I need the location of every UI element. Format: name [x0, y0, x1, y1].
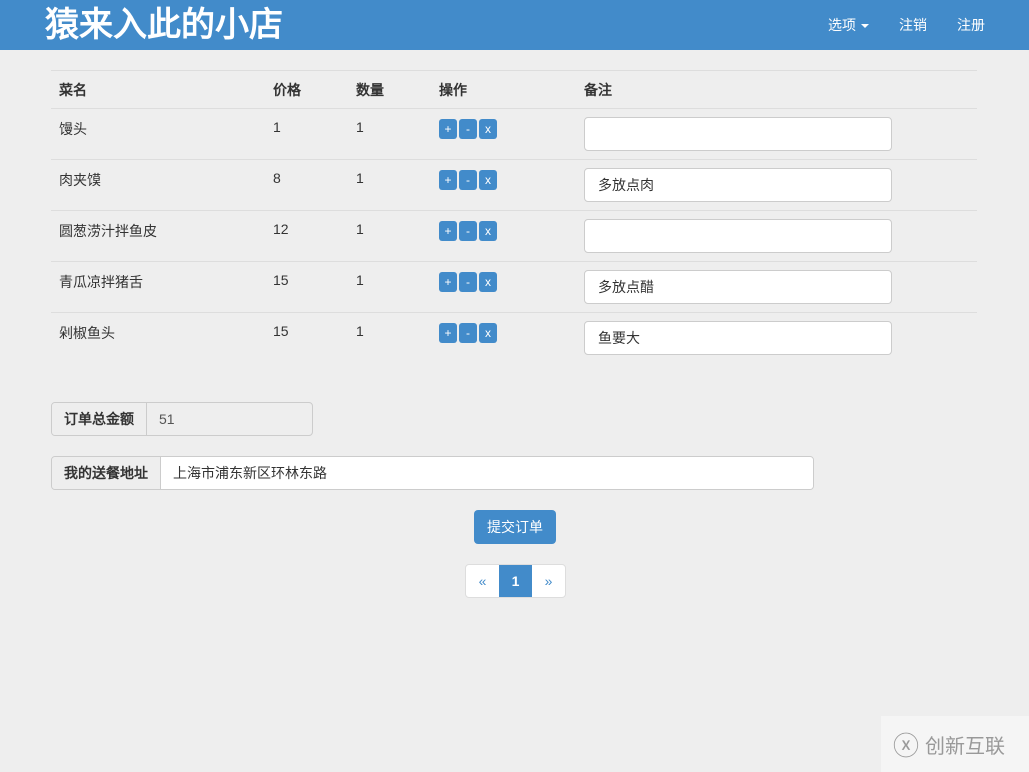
table-row: 青瓜凉拌猪舌 15 1 + - x 多放点醋	[51, 261, 977, 313]
page-1[interactable]: 1	[499, 565, 532, 597]
decrease-button[interactable]: -	[459, 221, 477, 241]
dish-name: 馒头	[51, 108, 265, 160]
dish-price: 8	[265, 159, 348, 211]
dish-name: 肉夹馍	[51, 159, 265, 211]
address-input[interactable]: 上海市浦东新区环林东路	[161, 457, 813, 489]
options-label: 选项	[828, 17, 856, 33]
column-header: 菜名	[51, 70, 265, 109]
total-label: 订单总金额	[52, 403, 147, 435]
dish-qty: 1	[348, 108, 431, 160]
options-dropdown[interactable]: 选项	[828, 0, 869, 50]
dish-name: 圆葱涝汁拌鱼皮	[51, 210, 265, 262]
remove-button[interactable]: x	[479, 170, 497, 190]
increase-button[interactable]: +	[439, 221, 457, 241]
watermark-text: 创新互联	[925, 735, 1006, 758]
address-label: 我的送餐地址	[52, 457, 161, 489]
watermark-logo: ⓧ 创新互联	[881, 716, 1029, 772]
table-row: 圆葱涝汁拌鱼皮 12 1 + - x	[51, 210, 977, 262]
remove-button[interactable]: x	[479, 272, 497, 292]
logo-icon: ⓧ	[893, 730, 920, 761]
dish-qty: 1	[348, 159, 431, 211]
decrease-button[interactable]: -	[459, 323, 477, 343]
decrease-button[interactable]: -	[459, 170, 477, 190]
note-input[interactable]	[584, 219, 892, 253]
total-value: 51	[159, 411, 175, 427]
address-group: 我的送餐地址 上海市浦东新区环林东路	[51, 456, 814, 490]
increase-button[interactable]: +	[439, 323, 457, 343]
dish-qty: 1	[348, 210, 431, 262]
table-row: 剁椒鱼头 15 1 + - x 鱼要大	[51, 313, 977, 364]
dish-price: 12	[265, 210, 348, 262]
table-row: 肉夹馍 8 1 + - x 多放点肉	[51, 159, 977, 211]
dish-price: 15	[273, 323, 289, 339]
dish-qty: 1	[356, 323, 364, 339]
column-header: 操作	[431, 70, 576, 109]
decrease-button[interactable]: -	[459, 119, 477, 139]
table-row: 馒头 1 1 + - x	[51, 108, 977, 160]
increase-button[interactable]: +	[439, 119, 457, 139]
total-group: 订单总金额 51	[51, 402, 313, 436]
dish-name: 青瓜凉拌猪舌	[51, 261, 265, 313]
prev-page[interactable]: «	[466, 565, 499, 597]
logout-link[interactable]: 注销	[899, 0, 927, 50]
brand-title[interactable]: 猿来入此的小店	[45, 4, 283, 46]
pagination: « 1 »	[465, 564, 566, 598]
order-table: 菜名 价格 数量 操作 备注 馒头 1 1 + - x 肉夹馍 8 1 + - x 多放点肉 圆…	[51, 70, 977, 364]
dish-price: 15	[265, 261, 348, 313]
register-link[interactable]: 注册	[957, 0, 985, 50]
dish-qty: 1	[348, 261, 431, 313]
column-header: 备注	[576, 70, 977, 109]
remove-button[interactable]: x	[479, 323, 497, 343]
remove-button[interactable]: x	[479, 119, 497, 139]
next-page[interactable]: »	[532, 565, 565, 597]
dish-price: 1	[265, 108, 348, 160]
note-input[interactable]: 鱼要大	[584, 321, 892, 355]
dish-name: 剁椒鱼头	[59, 325, 115, 341]
note-input[interactable]: 多放点肉	[584, 168, 892, 202]
caret-down-icon	[861, 24, 869, 29]
submit-order-button[interactable]: 提交订单	[474, 510, 556, 544]
remove-button[interactable]: x	[479, 221, 497, 241]
column-header: 数量	[348, 70, 431, 109]
decrease-button[interactable]: -	[459, 272, 477, 292]
column-header: 价格	[265, 70, 348, 109]
increase-button[interactable]: +	[439, 272, 457, 292]
increase-button[interactable]: +	[439, 170, 457, 190]
note-input[interactable]	[584, 117, 892, 151]
note-input[interactable]: 多放点醋	[584, 270, 892, 304]
navbar: 猿来入此的小店 选项 注销 注册	[0, 0, 1029, 50]
